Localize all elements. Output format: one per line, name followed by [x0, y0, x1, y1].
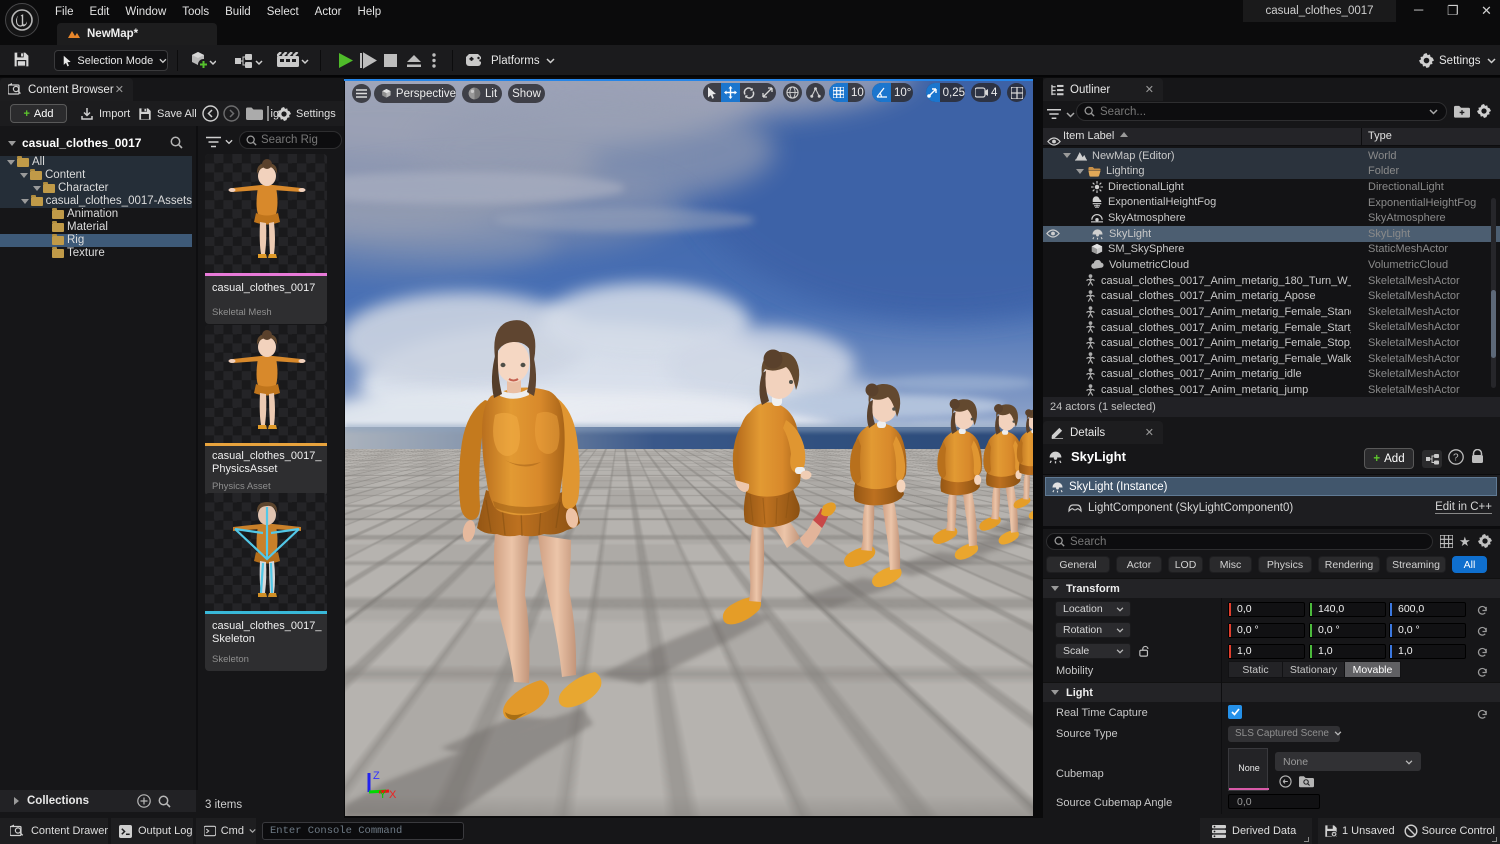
svg-text:Z: Z — [373, 770, 380, 782]
svg-text:X: X — [389, 789, 397, 801]
svg-text:?: ? — [1453, 453, 1459, 464]
svg-text:Y: Y — [379, 789, 387, 801]
